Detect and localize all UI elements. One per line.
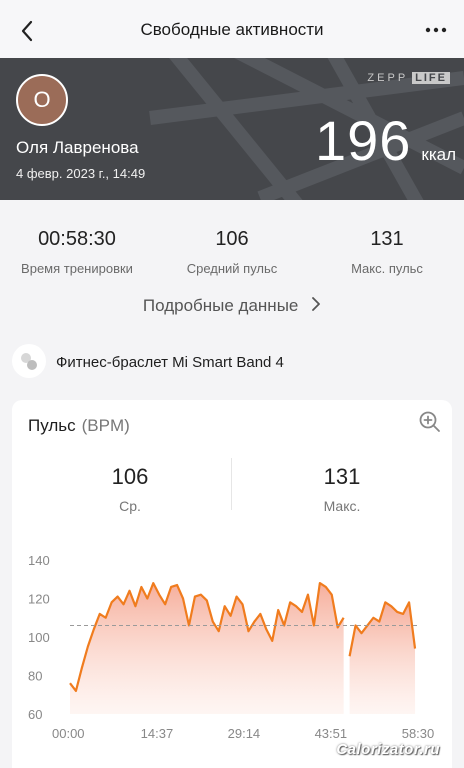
- x-tick-label: 14:37: [141, 726, 174, 741]
- activity-banner: О Оля Лавренова 4 февр. 2023 г., 14:49 Z…: [0, 58, 464, 200]
- page-title: Свободные активности: [140, 20, 324, 39]
- calories-value: 196: [314, 109, 412, 172]
- more-button[interactable]: [420, 16, 452, 44]
- details-label: Подробные данные: [142, 296, 299, 315]
- pulse-title: Пульс (BPM): [28, 416, 130, 436]
- avatar[interactable]: О: [16, 74, 68, 126]
- stat-label: Время тренировки: [21, 261, 133, 276]
- pulse-max-label: Макс.: [323, 498, 361, 514]
- calories-unit: ккал: [421, 145, 456, 164]
- watermark: Calorizator.ru: [336, 741, 440, 758]
- x-tick-label: 00:00: [52, 726, 85, 741]
- brand-zepp: ZEPP: [367, 72, 409, 84]
- details-link[interactable]: Подробные данные: [0, 296, 464, 316]
- chevron-right-icon: [312, 297, 321, 311]
- zoom-in-icon[interactable]: [418, 410, 442, 434]
- x-tick-label: 58:30: [402, 726, 435, 741]
- pulse-unit: (BPM): [81, 416, 130, 435]
- y-tick-label: 60: [28, 707, 42, 722]
- brand-life: LIFE: [412, 72, 450, 84]
- stat-divider: [231, 458, 232, 510]
- y-tick-label: 140: [28, 553, 50, 568]
- pulse-card: Пульс (BPM) 106 Ср. 131 Макс. 140 120 100 80…: [12, 400, 452, 768]
- y-tick-label: 100: [28, 630, 50, 645]
- pulse-title-text: Пульс: [28, 416, 76, 435]
- top-bar: Свободные активности: [0, 0, 464, 58]
- stat-max-pulse: 131 Макс. пульс: [310, 228, 464, 276]
- stat-avg-pulse: 106 Средний пульс: [155, 228, 309, 276]
- stat-label: Макс. пульс: [351, 261, 423, 276]
- device-icon: [12, 344, 46, 378]
- user-name: Оля Лавренова: [16, 138, 139, 157]
- summary-stats: 00:58:30 Время тренировки 106 Средний пу…: [0, 200, 464, 335]
- stat-duration: 00:58:30 Время тренировки: [0, 228, 154, 276]
- pulse-area: [349, 602, 416, 714]
- device-name: Фитнес-браслет Mi Smart Band 4: [56, 354, 284, 371]
- pulse-avg-value: 106: [111, 464, 149, 489]
- pulse-avg-label: Ср.: [119, 498, 141, 514]
- y-tick-label: 80: [28, 669, 42, 684]
- x-tick-label: 29:14: [228, 726, 261, 741]
- stat-value: 00:58:30: [38, 228, 116, 250]
- x-tick-label: 43:51: [315, 726, 348, 741]
- pulse-max: 131 Макс.: [242, 464, 442, 514]
- y-tick-label: 120: [28, 592, 50, 607]
- device-row[interactable]: Фитнес-браслет Mi Smart Band 4: [0, 340, 464, 384]
- activity-date: 4 февр. 2023 г., 14:49: [16, 166, 146, 181]
- stat-value: 131: [370, 228, 404, 250]
- stat-label: Средний пульс: [186, 261, 278, 276]
- pulse-max-value: 131: [323, 464, 361, 489]
- more-dots-icon: [425, 27, 447, 33]
- pulse-chart: 140 120 100 80 60 00:00 14:37 29:14 43:51 58:30: [28, 553, 435, 741]
- stat-value: 106: [215, 228, 249, 250]
- brand-logo: ZEPP LIFE: [367, 72, 450, 84]
- pulse-avg: 106 Ср.: [30, 464, 230, 514]
- calories-display: 196 ккал: [315, 108, 456, 173]
